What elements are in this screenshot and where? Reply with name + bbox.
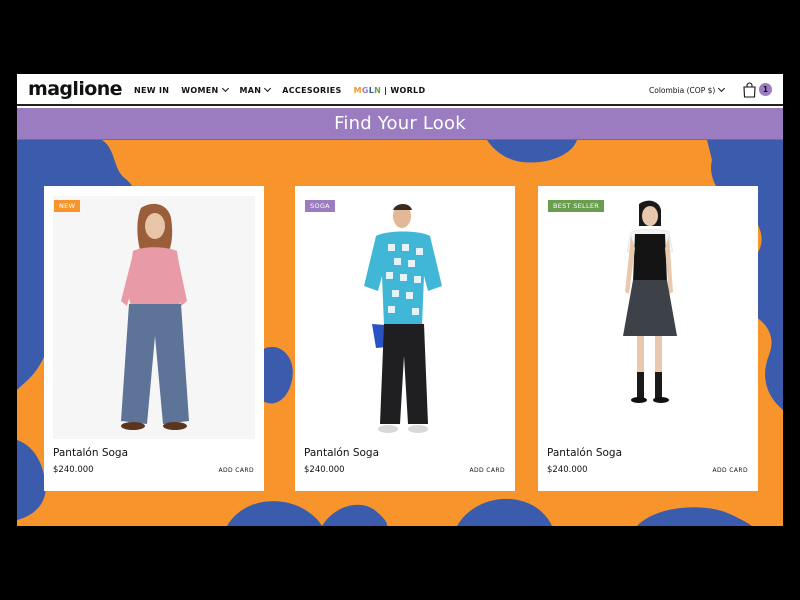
blue-blob bbox=[637, 507, 752, 526]
logo[interactable]: maglione bbox=[28, 78, 123, 100]
product-name[interactable]: Pantalón Soga bbox=[304, 447, 379, 459]
product-badge: NEW bbox=[54, 200, 81, 212]
product-image[interactable] bbox=[547, 196, 749, 439]
model-figure bbox=[304, 196, 506, 439]
add-to-cart-button[interactable]: ADD CARD bbox=[218, 467, 254, 474]
nav-man-label: MAN bbox=[239, 85, 262, 95]
hero-banner: Find Your Look bbox=[17, 108, 783, 140]
shopping-bag-icon[interactable] bbox=[742, 82, 757, 98]
mgln-letter-m: M bbox=[353, 85, 362, 95]
nav-mgln-world[interactable]: MGLN | WORLD bbox=[354, 86, 426, 95]
add-to-cart-button[interactable]: ADD CARD bbox=[712, 467, 748, 474]
blue-blob bbox=[227, 501, 322, 526]
mgln-letter-g: G bbox=[361, 85, 369, 95]
product-image[interactable] bbox=[304, 196, 506, 439]
blue-blob bbox=[17, 440, 46, 520]
country-selector[interactable]: Colombia (COP $) bbox=[649, 74, 726, 106]
country-label: Colombia (COP $) bbox=[649, 85, 716, 95]
chevron-down-icon bbox=[264, 84, 272, 93]
model-figure bbox=[547, 196, 749, 439]
chevron-down-icon bbox=[718, 84, 726, 93]
blue-blob bbox=[322, 504, 388, 526]
product-price: $240.000 bbox=[547, 465, 588, 475]
blue-blob bbox=[457, 498, 552, 526]
product-price: $240.000 bbox=[53, 465, 94, 475]
nav-new-in-label: NEW IN bbox=[134, 85, 170, 95]
mgln-separator: | bbox=[384, 85, 388, 95]
main-nav: NEW IN WOMEN MAN ACCESORIES MGLN | WORLD bbox=[134, 74, 437, 106]
product-card[interactable]: BEST SELLER Pantalón Soga $240.000 ADD C… bbox=[538, 186, 758, 491]
site-header: maglione NEW IN WOMEN MAN ACCESORIES MGL… bbox=[17, 74, 783, 106]
product-name[interactable]: Pantalón Soga bbox=[53, 447, 128, 459]
blue-blob bbox=[487, 140, 577, 163]
product-card[interactable]: SOGA Pantalón Soga $240.000 ADD CARD bbox=[295, 186, 515, 491]
product-image[interactable] bbox=[53, 196, 255, 439]
nav-women[interactable]: WOMEN bbox=[181, 84, 229, 95]
product-badge: BEST SELLER bbox=[548, 200, 605, 212]
website: maglione NEW IN WOMEN MAN ACCESORIES MGL… bbox=[17, 74, 783, 526]
model-figure bbox=[53, 196, 255, 439]
banner-title: Find Your Look bbox=[334, 113, 466, 134]
add-to-cart-button[interactable]: ADD CARD bbox=[469, 467, 505, 474]
nav-man[interactable]: MAN bbox=[239, 84, 272, 95]
product-price: $240.000 bbox=[304, 465, 345, 475]
nav-new-in[interactable]: NEW IN bbox=[134, 86, 169, 95]
cart-count-badge[interactable]: 1 bbox=[759, 83, 772, 96]
nav-accesories-label: ACCESORIES bbox=[282, 85, 342, 95]
mgln-letter-n: N bbox=[374, 85, 382, 95]
chevron-down-icon bbox=[221, 84, 229, 93]
product-card[interactable]: NEW Pantalón Soga $240.000 ADD CARD bbox=[44, 186, 264, 491]
product-name[interactable]: Pantalón Soga bbox=[547, 447, 622, 459]
mgln-world-label: WORLD bbox=[390, 85, 426, 95]
nav-accesories[interactable]: ACCESORIES bbox=[282, 86, 341, 95]
nav-women-label: WOMEN bbox=[181, 85, 219, 95]
product-badge: SOGA bbox=[305, 200, 335, 212]
